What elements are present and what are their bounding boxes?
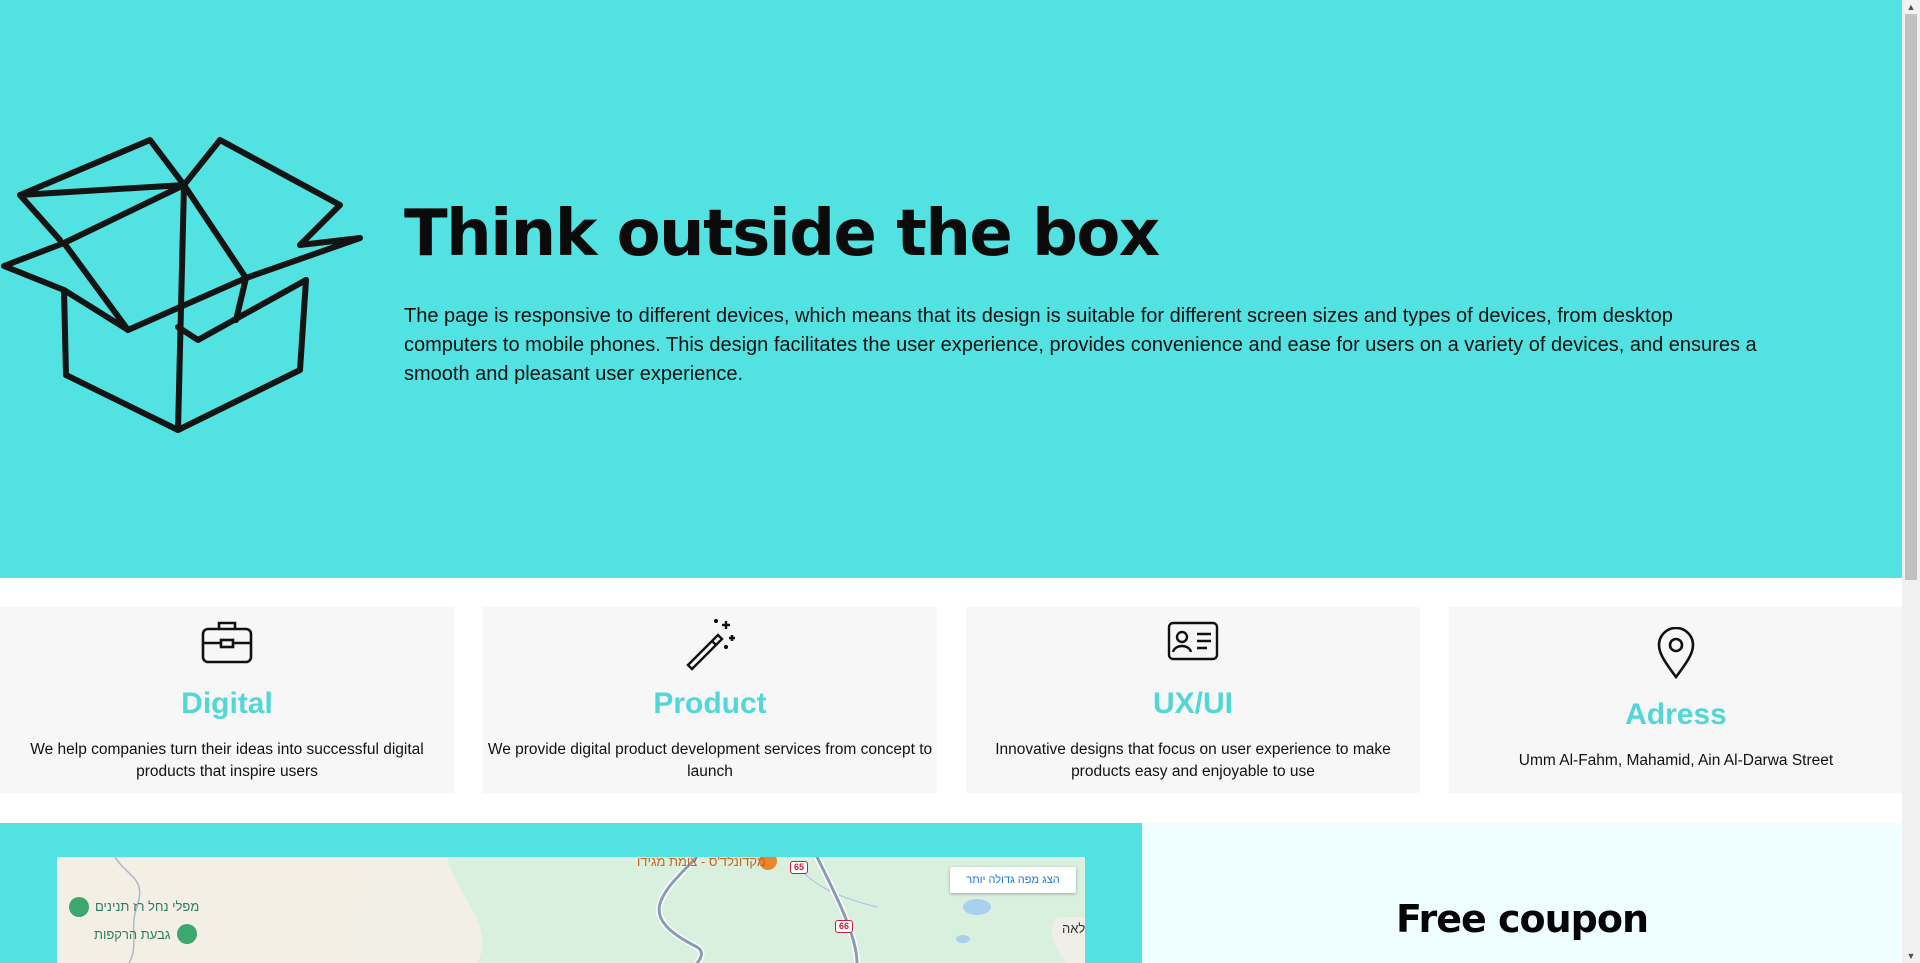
card-text: Umm Al-Fahm, Mahamid, Ain Al-Darwa Stree… [1518,752,1834,769]
hero-title: Think outside the box [404,197,1160,271]
briefcase-icon [201,621,253,664]
map-pin-icon [1657,627,1695,679]
map-label-hill[interactable]: גבעת הרקפות [94,927,170,942]
coupon-section: Free coupon [1142,823,1902,963]
card-title: Adress [1625,698,1727,731]
vertical-scrollbar[interactable]: ▲ ▼ [1902,0,1920,963]
hero-section: Think outside the box The page is respon… [0,0,1902,578]
card-title: UX/UI [1152,687,1233,720]
map-label-park[interactable]: מפלי נחל רז תנינים [95,899,199,914]
scroll-down-arrow-icon[interactable]: ▼ [1902,949,1920,963]
scroll-up-arrow-icon[interactable]: ▲ [1902,0,1920,14]
card-text: Innovative designs that focus on user ex… [995,741,1391,780]
map-label-mcdonalds[interactable]: מקדונלד'ס - צומת מגידו [637,857,766,869]
embedded-map[interactable]: מקדונלד'ס - צומת מגידו מפלי נחל רז תניני… [57,857,1085,963]
coupon-title: Free coupon [1395,897,1649,941]
card-product: Product We provide digital product devel… [483,607,937,793]
card-text: We provide digital product development s… [487,741,933,780]
card-digital: Digital We help companies turn their ide… [0,607,454,793]
map-terrain [57,857,1085,963]
card-title: Product [653,687,767,720]
id-card-icon [1167,621,1219,661]
hero-description: The page is responsive to different devi… [404,305,1757,385]
card-title: Digital [181,687,273,720]
card-text: We help companies turn their ideas into … [30,741,424,780]
card-address: Adress Umm Al-Fahm, Mahamid, Ain Al-Darw… [1449,607,1903,793]
magic-wand-icon [686,619,735,671]
map-label-edge: לאה [1062,921,1085,936]
open-box-illustration [1,137,363,433]
road-shield-66: 66 [835,920,854,933]
map-section: מקדונלד'ס - צומת מגידו מפלי נחל רז תניני… [0,823,1142,963]
view-larger-map-button[interactable]: הצג מפה גדולה יותר [950,867,1076,893]
services-cards: Digital We help companies turn their ide… [0,607,1903,793]
scrollbar-thumb[interactable] [1905,14,1917,580]
road-shield-65: 65 [790,861,809,874]
card-ux-ui: UX/UI Innovative designs that focus on u… [966,607,1420,793]
